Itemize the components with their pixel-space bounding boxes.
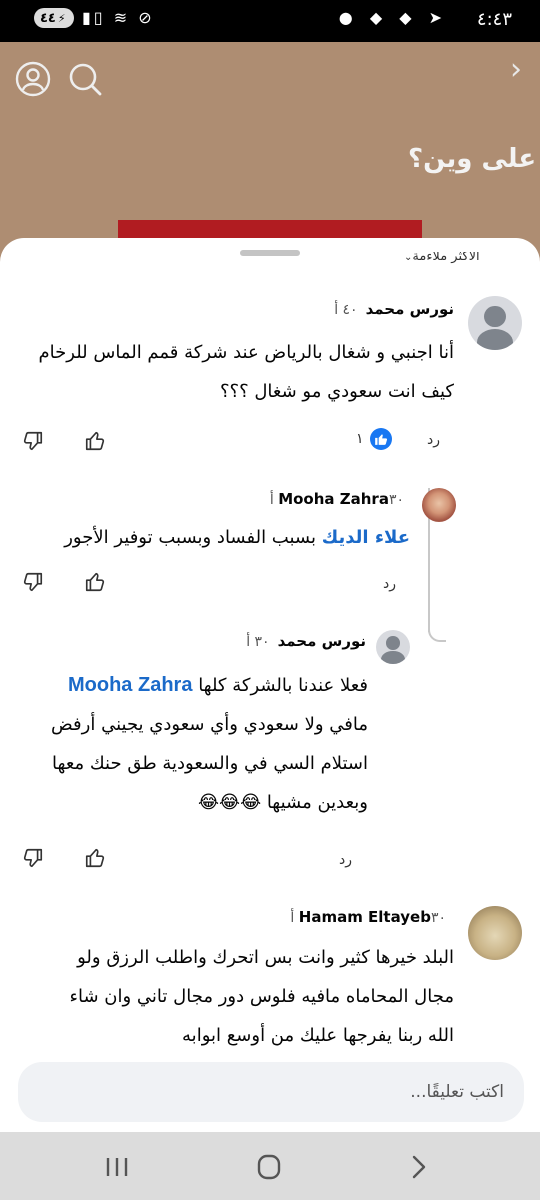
comment-author[interactable]: نورس محمد ٤٠ أ [334,300,454,318]
mention-link[interactable]: علاء الديك [322,527,410,548]
sort-label: الأكثر ملاءمة [412,252,480,264]
signal-icons: ▮▯ ≋ ⊘ [82,8,155,27]
search-icon[interactable] [66,60,104,98]
chevron-right-icon[interactable]: › [510,52,522,87]
sort-dropdown[interactable]: الأكثر ملاءمة⌄ [400,252,480,264]
home-icon[interactable] [254,1154,284,1180]
battery-indicator: ٤٤ [34,8,74,28]
author-name[interactable]: نورس محمد [278,632,366,650]
comment-text: أنا اجنبي و شغال بالرياض عند شركة قمم ال… [39,333,455,411]
comment-line: وبعدين مشيها 😂😂😂 [198,792,368,813]
comment-text: علاء الديك بسبب الفساد وبسبب توفير الأجو… [64,518,410,557]
avatar[interactable] [468,906,522,960]
avatar[interactable] [376,630,410,664]
like-icon[interactable] [84,847,106,869]
profile-icon[interactable] [14,60,52,98]
comment-line: فعلا عندنا بالشركة كلها [198,675,368,696]
reply-thread-curve [428,624,446,642]
comment-line-with-mention: فعلا عندنا بالشركة كلها Mooha Zahra [51,666,368,705]
system-nav-bar [0,1132,540,1200]
like-icon[interactable] [84,430,106,452]
comment-time: ٣٠ أ [246,634,270,650]
video-background: › على وين؟ [0,42,540,280]
author-name[interactable]: Hamam Eltayeb [299,908,431,926]
author-name[interactable]: Mooha Zahra [278,490,389,508]
like-reaction-icon [369,428,392,450]
status-bar: ٤٤ ▮▯ ≋ ⊘ ● ◆ ◆ ➤ ٤:٤٣ [0,0,540,42]
comment-time: ٤٠ أ [334,302,358,318]
drag-handle[interactable] [240,250,300,256]
notification-icons: ● ◆ ◆ ➤ [338,8,448,27]
reply-button[interactable]: رد [339,852,352,868]
comment-line: البلد خيرها كثير وانت بس اتحرك واطلب الر… [77,947,454,968]
recent-apps-icon[interactable] [102,1154,132,1180]
comment-line: كيف انت سعودي مو شغال ؟؟؟ [219,381,454,402]
comment-line: مجال المحاماه مافيه فلوس دور مجال تاني و… [69,986,454,1007]
mention-link[interactable]: Mooha Zahra [68,674,192,696]
comment-input[interactable] [18,1062,524,1122]
comment-line: مافي ولا سعودي وأي سعودي يجيني أرفض [51,714,368,735]
reaction-count: ١ [356,431,364,447]
comment-text: البلد خيرها كثير وانت بس اتحرك واطلب الر… [70,938,454,1055]
status-time: ٤:٤٣ [476,9,512,30]
comment-author[interactable]: Hamam Eltayeb٣٠ أ [290,908,454,926]
avatar[interactable] [422,488,456,522]
comment-line: أنا اجنبي و شغال بالرياض عند شركة قمم ال… [38,342,455,363]
dislike-icon[interactable] [22,847,44,869]
author-name[interactable]: نورس محمد [366,300,454,318]
channel-logo: على وين؟ [408,144,537,174]
dislike-icon[interactable] [22,430,44,452]
comments-sheet: الأكثر ملاءمة⌄ نورس محمد ٤٠ أ أنا اجنبي و… [0,238,540,1132]
comment-composer [18,1062,524,1122]
reaction-summary[interactable]: ١ [356,428,392,450]
dislike-icon[interactable] [22,571,44,593]
avatar[interactable] [468,296,522,350]
back-icon[interactable] [404,1154,434,1180]
reply-button[interactable]: رد [427,432,440,448]
comment-line: الله ربنا يفرجها عليك من أوسع ابوابه [182,1025,454,1046]
reply-button[interactable]: رد [383,576,396,592]
comment-author[interactable]: نورس محمد ٣٠ أ [246,632,366,650]
like-icon[interactable] [84,571,106,593]
comment-author[interactable]: Mooha Zahra٣٠ أ [270,490,412,508]
comment-text: فعلا عندنا بالشركة كلها Mooha Zahra مافي… [51,666,368,822]
comment-line: بسبب الفساد وبسبب توفير الأجور [64,527,316,548]
comment-line: استلام السي في والسعودية طق حنك معها [52,753,368,774]
